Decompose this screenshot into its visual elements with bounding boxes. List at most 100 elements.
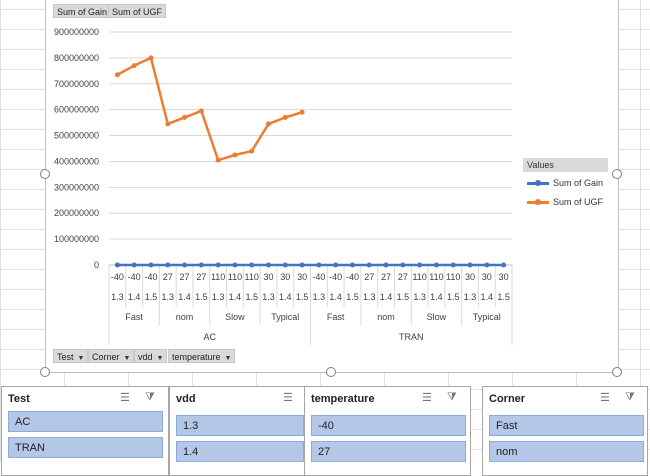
axis-field-button-test[interactable]: Test ▼: [53, 349, 89, 363]
clear-filter-icon[interactable]: ⧩: [145, 391, 155, 404]
slicer-title: Test: [8, 393, 30, 405]
y-tick-label: 700000000: [54, 79, 99, 89]
x-tick-label-temperature: 110: [211, 272, 225, 282]
y-tick-label: 800000000: [54, 53, 99, 63]
legend-item-sum-of-gain[interactable]: Sum of Gain: [527, 178, 603, 188]
axis-field-button-temperature[interactable]: temperature ▼: [168, 349, 236, 363]
x-tick-label-corner: nom: [176, 312, 194, 322]
legend-label: Sum of UGF: [553, 197, 604, 207]
x-tick-label-temperature: 30: [499, 272, 509, 282]
x-tick-label-vdd: 1.3: [111, 292, 124, 302]
legend-marker: [527, 199, 549, 206]
slicer-item-label: -40: [318, 420, 334, 432]
data-point-sum-of-ugf: [198, 108, 204, 114]
clear-filter-icon[interactable]: ⧩: [447, 391, 457, 404]
x-tick-label-temperature: 30: [465, 272, 475, 282]
axis-field-button-vdd[interactable]: vdd ▼: [134, 349, 168, 363]
x-tick-label-vdd: 1.3: [212, 292, 225, 302]
multi-select-icon[interactable]: ☰: [283, 391, 293, 404]
x-tick-label-vdd: 1.4: [128, 292, 141, 302]
x-tick-label-temperature: 27: [364, 272, 374, 282]
data-point-sum-of-gain: [433, 262, 439, 268]
data-point-sum-of-gain: [232, 262, 238, 268]
y-tick-label: 0: [94, 260, 99, 270]
x-tick-label-temperature: -40: [329, 272, 342, 282]
resize-handle-right[interactable]: [612, 169, 622, 179]
data-point-sum-of-gain: [417, 262, 423, 268]
data-point-sum-of-gain: [366, 262, 372, 268]
dropdown-arrow-icon: ▼: [123, 355, 131, 362]
x-tick-label-temperature: 27: [180, 272, 190, 282]
multi-select-icon[interactable]: ☰: [422, 391, 432, 404]
dropdown-arrow-icon: ▼: [77, 355, 85, 362]
x-tick-label-temperature: -40: [111, 272, 124, 282]
slicer-item[interactable]: Fast: [489, 415, 644, 436]
y-tick-label: 400000000: [54, 156, 99, 166]
x-tick-label-vdd: 1.5: [145, 292, 158, 302]
data-point-sum-of-gain: [467, 262, 473, 268]
x-tick-label-temperature: -40: [312, 272, 325, 282]
x-tick-label-vdd: 1.4: [178, 292, 191, 302]
data-point-sum-of-gain: [182, 262, 188, 268]
legend-title: Values: [523, 158, 608, 172]
x-tick-label-vdd: 1.3: [162, 292, 175, 302]
field-button-label: vdd: [138, 352, 153, 362]
x-tick-label-temperature: -40: [144, 272, 157, 282]
resize-handle-left[interactable]: [40, 169, 50, 179]
slicer-title: Corner: [489, 393, 526, 405]
x-tick-label-temperature: 110: [245, 272, 259, 282]
y-tick-label: 900000000: [54, 27, 99, 37]
x-tick-label-vdd: 1.5: [245, 292, 258, 302]
resize-handle-bottom[interactable]: [326, 367, 336, 377]
data-point-sum-of-gain: [148, 262, 154, 268]
x-tick-label-temperature: 110: [228, 272, 242, 282]
slicer-item-label: 1.4: [183, 446, 199, 458]
x-tick-label-temperature: 30: [264, 272, 274, 282]
slicer-item[interactable]: TRAN: [8, 437, 163, 458]
y-tick-label: 600000000: [54, 105, 99, 115]
legend-item-sum-of-ugf[interactable]: Sum of UGF: [527, 197, 603, 207]
data-point-sum-of-ugf: [131, 63, 137, 69]
slicer-item[interactable]: AC: [8, 411, 163, 432]
data-point-sum-of-ugf: [299, 109, 305, 115]
slicer-item[interactable]: 1.4: [176, 441, 304, 462]
field-button-label: Corner: [92, 352, 120, 362]
x-tick-label-corner: Slow: [427, 312, 447, 322]
slicer-item-label: 27: [318, 446, 331, 458]
data-point-sum-of-gain: [383, 262, 389, 268]
x-tick-label-temperature: -40: [346, 272, 359, 282]
x-tick-label-vdd: 1.4: [279, 292, 292, 302]
slicer-corner[interactable]: Corner ☰ ⧩ Fast nom: [482, 386, 648, 476]
x-tick-label-vdd: 1.5: [497, 292, 510, 302]
resize-handle-bottom-right[interactable]: [612, 367, 622, 377]
slicer-temperature[interactable]: temperature ☰ ⧩ -40 27: [304, 386, 471, 476]
axis-field-button-corner[interactable]: Corner ▼: [88, 349, 135, 363]
x-tick-label-test: AC: [203, 332, 216, 342]
multi-select-icon[interactable]: ☰: [600, 391, 610, 404]
data-point-sum-of-ugf: [282, 114, 288, 120]
x-tick-label-corner: Slow: [225, 312, 245, 322]
x-tick-label-temperature: -40: [128, 272, 141, 282]
slicer-item-label: nom: [496, 446, 518, 458]
data-point-sum-of-gain: [198, 262, 204, 268]
x-tick-label-temperature: 30: [482, 272, 492, 282]
x-tick-label-vdd: 1.3: [313, 292, 326, 302]
slicer-title: temperature: [311, 393, 375, 405]
pivot-chart[interactable]: Sum of Gain Sum of UGF 900000000 80000000…: [45, 0, 619, 373]
slicer-item[interactable]: -40: [311, 415, 466, 436]
multi-select-icon[interactable]: ☰: [120, 391, 130, 404]
slicer-test[interactable]: Test ☰ ⧩ AC TRAN: [1, 386, 169, 476]
resize-handle-bottom-left[interactable]: [40, 367, 50, 377]
slicer-item[interactable]: 27: [311, 441, 466, 462]
clear-filter-icon[interactable]: ⧩: [625, 391, 635, 404]
data-point-sum-of-ugf: [165, 121, 171, 127]
x-tick-label-vdd: 1.5: [447, 292, 460, 302]
slicer-item[interactable]: 1.3: [176, 415, 304, 436]
data-point-sum-of-gain: [316, 262, 322, 268]
data-point-sum-of-ugf: [249, 148, 255, 154]
slicer-item[interactable]: nom: [489, 441, 644, 462]
slicer-vdd[interactable]: vdd ☰ 1.3 1.4: [169, 386, 305, 476]
x-tick-label-corner: Fast: [327, 312, 345, 322]
x-tick-label-test: TRAN: [399, 332, 424, 342]
x-tick-label-vdd: 1.5: [397, 292, 410, 302]
